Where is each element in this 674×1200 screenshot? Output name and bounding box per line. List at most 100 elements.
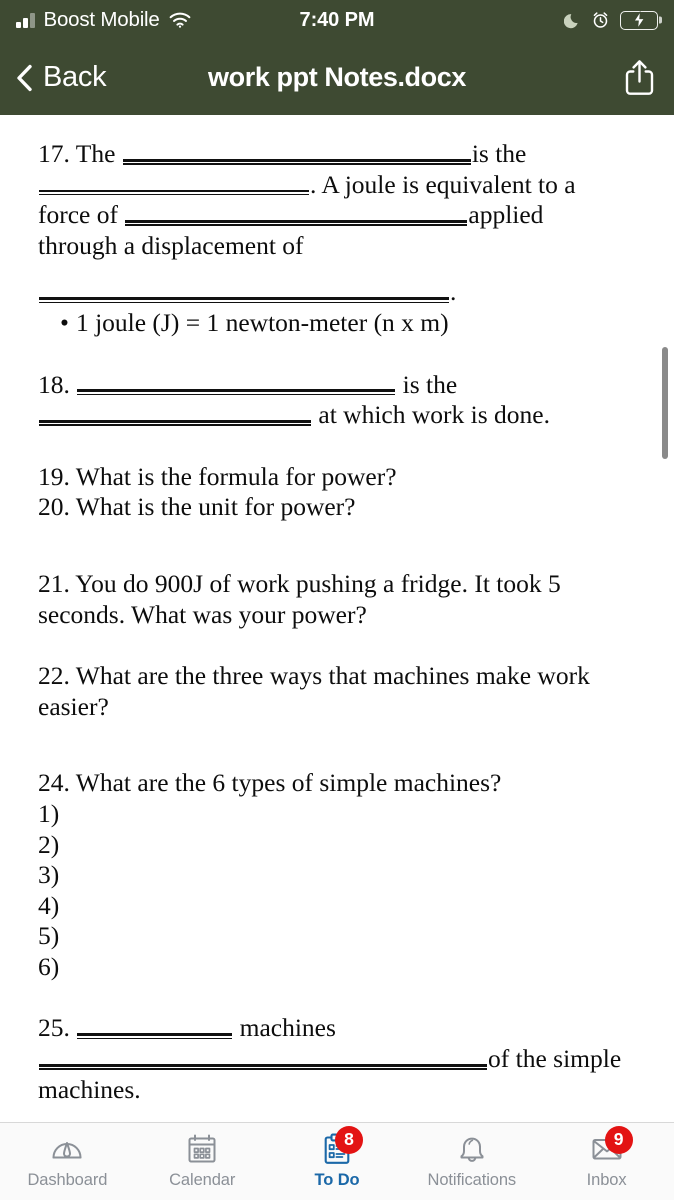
fill-in-blank [39, 289, 449, 303]
wifi-icon [169, 12, 191, 28]
document-text: 20. What is the unit for power? [38, 492, 356, 522]
document-text: force of [38, 200, 125, 230]
document-block-q24: 24. What are the 6 types of simple machi… [38, 768, 640, 982]
fill-in-blank [39, 1056, 487, 1070]
chevron-left-icon [16, 64, 33, 92]
gauge-icon [44, 1131, 90, 1167]
document-line: 24. What are the 6 types of simple machi… [38, 768, 640, 799]
document-spacer [38, 261, 640, 277]
tab-calendar[interactable]: Calendar [135, 1123, 270, 1200]
phone-screen: Boost Mobile 7:40 PM Back work ppt Notes… [0, 0, 674, 1200]
document-text: 21. You do 900J of work pushing a fridge… [38, 568, 561, 598]
moon-icon [564, 12, 581, 29]
document-line: machines. [38, 1075, 640, 1106]
document-text: . [450, 277, 457, 307]
document-text: 3) [38, 860, 60, 890]
document-line: 21. You do 900J of work pushing a fridge… [38, 569, 640, 600]
document-text: is the [396, 369, 458, 399]
document-line: 6) [38, 952, 640, 983]
fill-in-blank [39, 182, 309, 196]
tab-dashboard[interactable]: Dashboard [0, 1123, 135, 1200]
status-badge: 8 [334, 1126, 363, 1154]
document-line: 22. What are the three ways that machine… [38, 661, 640, 692]
document-text: . A joule is equivalent to a [310, 169, 576, 199]
share-icon [624, 59, 655, 96]
tab-label: Inbox [586, 1171, 627, 1189]
envelope-icon: 9 [584, 1126, 633, 1167]
carrier-name: Boost Mobile [43, 8, 160, 31]
share-button[interactable] [621, 56, 658, 99]
document-text: 4) [38, 890, 60, 920]
bell-icon [449, 1131, 495, 1167]
document-line: 4) [38, 891, 640, 922]
tab-label: To Do [314, 1171, 360, 1189]
document-text: 2) [38, 829, 60, 859]
scrollbar-thumb[interactable] [662, 347, 668, 459]
bullet-dot-icon: • [60, 307, 69, 337]
back-button[interactable]: Back [14, 57, 108, 98]
document-line: 20. What is the unit for power? [38, 492, 640, 523]
document-text: 22. What are the three ways that machine… [38, 661, 590, 691]
document-text: 17. The [38, 139, 122, 168]
document-line: 17. The is the [38, 139, 640, 170]
document-line: seconds. What was your power? [38, 600, 640, 631]
tab-label: Notifications [427, 1171, 517, 1189]
tab-label: Calendar [169, 1171, 236, 1189]
document-block-q18: 18. is the at which work is done. [38, 370, 640, 431]
document-line: at which work is done. [38, 400, 640, 431]
document-spacer [38, 523, 640, 569]
document-block-q17-bullet: • 1 joule (J) = 1 newton-meter (n x m) [38, 308, 640, 339]
signal-bars-icon [16, 12, 35, 28]
status-badge: 9 [604, 1126, 633, 1154]
document-text: of the simple [488, 1044, 622, 1074]
status-bar-left: Boost Mobile [16, 8, 191, 32]
document-block-q17: 17. The is the. A joule is equivalent to… [38, 139, 640, 261]
status-bar-right [564, 10, 658, 30]
document-text: 24. What are the 6 types of simple machi… [38, 768, 502, 798]
tab-inbox[interactable]: 9 Inbox [539, 1123, 674, 1200]
document-line: . A joule is equivalent to a [38, 170, 640, 201]
document-bullet-line: • 1 joule (J) = 1 newton-meter (n x m) [38, 308, 640, 339]
status-bar: Boost Mobile 7:40 PM [0, 0, 674, 40]
document-text: at which work is done. [312, 400, 550, 430]
document-text: 19. What is the formula for power? [38, 461, 397, 491]
alarm-clock-icon [592, 11, 609, 29]
fill-in-blank [125, 212, 468, 226]
document-text: easier? [38, 691, 109, 721]
document-line: 2) [38, 830, 640, 861]
tab-notifications[interactable]: Notifications [404, 1123, 539, 1200]
document-block-q17-tail: . [38, 277, 640, 308]
document-text: machines [233, 1013, 336, 1043]
document-text: through a displacement of [38, 230, 304, 260]
document-line: force of applied [38, 200, 640, 231]
fill-in-blank [39, 412, 311, 426]
document-page: 17. The is the. A joule is equivalent to… [0, 115, 674, 1105]
document-spacer [38, 722, 640, 768]
document-text: 6) [38, 951, 60, 981]
document-line: easier? [38, 692, 640, 723]
document-line: 19. What is the formula for power? [38, 462, 640, 493]
document-line: 3) [38, 860, 640, 891]
document-spacer [38, 630, 640, 661]
document-line: 1) [38, 799, 640, 830]
document-text: 1 joule (J) = 1 newton-meter (n x m) [75, 307, 449, 337]
tab-label: Dashboard [27, 1171, 108, 1189]
document-spacer [38, 431, 640, 462]
clipboard-icon: 8 [314, 1126, 363, 1167]
document-line: through a displacement of [38, 231, 640, 262]
document-block-q22: 22. What are the three ways that machine… [38, 661, 640, 722]
document-text: 25. [38, 1013, 77, 1043]
navigation-header: Back work ppt Notes.docx [0, 40, 674, 115]
tab-to-do[interactable]: 8 To Do [270, 1123, 405, 1200]
document-viewport[interactable]: 17. The is the. A joule is equivalent to… [0, 115, 674, 1122]
document-line: . [38, 277, 640, 308]
document-block-q19: 19. What is the formula for power? 20. Wh… [38, 462, 640, 523]
document-line: 18. is the [38, 370, 640, 401]
document-block-q25: 25. machines of the simple machines. [38, 1013, 640, 1105]
document-line: of the simple [38, 1044, 640, 1075]
document-text: 18. [38, 369, 77, 399]
document-spacer [38, 339, 640, 370]
calendar-icon [179, 1131, 225, 1167]
bottom-tab-bar: Dashboard Calendar 8 To Do Notifications 9 Inb… [0, 1122, 674, 1200]
back-button-label: Back [43, 61, 107, 93]
